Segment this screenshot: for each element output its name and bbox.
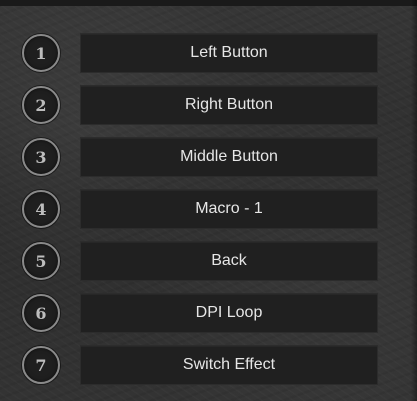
button-row-5: 5 Back [22,235,378,287]
right-border [411,0,417,401]
button-number-badge: 4 [22,190,60,228]
button-assignment-panel: 1 Left Button 2 Right Button 3 Middle Bu… [0,0,417,401]
button-number-badge: 5 [22,242,60,280]
button-row-3: 3 Middle Button [22,131,378,183]
assign-button-left-button[interactable]: Left Button [80,33,378,73]
button-row-7: 7 Switch Effect [22,339,378,391]
assign-button-switch-effect[interactable]: Switch Effect [80,345,378,385]
button-number-badge: 2 [22,86,60,124]
button-number-badge: 7 [22,346,60,384]
button-number-badge: 3 [22,138,60,176]
button-row-6: 6 DPI Loop [22,287,378,339]
button-row-2: 2 Right Button [22,79,378,131]
button-number-badge: 6 [22,294,60,332]
assign-button-back[interactable]: Back [80,241,378,281]
assign-button-macro-1[interactable]: Macro - 1 [80,189,378,229]
assign-button-right-button[interactable]: Right Button [80,85,378,125]
assign-button-middle-button[interactable]: Middle Button [80,137,378,177]
button-number-badge: 1 [22,34,60,72]
button-row-1: 1 Left Button [22,27,378,79]
button-row-4: 4 Macro - 1 [22,183,378,235]
assign-button-dpi-loop[interactable]: DPI Loop [80,293,378,333]
button-list: 1 Left Button 2 Right Button 3 Middle Bu… [22,27,378,391]
top-border [0,0,417,6]
